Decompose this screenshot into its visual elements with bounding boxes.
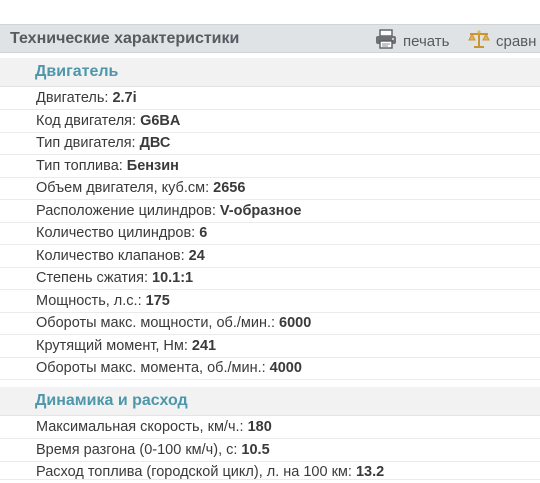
spec-row: Обороты макс. момента, об./мин.: 4000 (0, 358, 540, 380)
spec-value: ДВС (139, 135, 171, 151)
spec-row: Степень сжатия: 10.1:1 (0, 268, 540, 290)
spec-value: Бензин (126, 157, 179, 174)
specs-header-bar: Технические характеристики печать сравн (0, 24, 540, 53)
compare-label: сравн (496, 32, 537, 50)
spec-label: Тип двигателя: (36, 135, 136, 151)
spec-label: Двигатель: (36, 90, 109, 106)
spec-label: Код двигателя: (36, 112, 137, 129)
spec-label: Степень сжатия: (36, 270, 148, 286)
spec-value: 10.1:1 (152, 270, 194, 286)
spec-value: G6BA (140, 112, 181, 129)
spec-row: Количество клапанов: 24 (0, 246, 540, 268)
spec-value: 6000 (279, 315, 312, 331)
spec-value: 180 (247, 419, 272, 435)
section-header-engine: Двигатель (0, 58, 540, 87)
spec-label: Обороты макс. мощности, об./мин.: (36, 315, 276, 331)
section-header-dynamics: Динамика и расход (0, 387, 540, 416)
spec-row: Тип топлива: Бензин (0, 156, 540, 178)
scales-icon (468, 29, 496, 53)
spec-row: Максимальная скорость, км/ч.: 180 (0, 417, 540, 439)
spec-value: 175 (145, 292, 170, 309)
spec-row: Время разгона (0-100 км/ч), с: 10.5 (0, 440, 540, 462)
spec-row: Крутящий момент, Нм: 241 (0, 336, 540, 358)
spec-value: 4000 (269, 360, 302, 376)
spec-label: Количество цилиндров: (36, 225, 196, 241)
section-title-dynamics: Динамика и расход (35, 392, 188, 409)
spec-value: 2.7i (112, 90, 137, 106)
spec-label: Мощность, л.с.: (36, 292, 142, 309)
spec-label: Количество клапанов: (36, 247, 185, 264)
spec-row: Мощность, л.с.: 175 (0, 291, 540, 313)
spec-row: Код двигателя: G6BA (0, 111, 540, 133)
spec-value: 6 (199, 225, 208, 241)
spec-label: Крутящий момент, Нм: (36, 337, 188, 354)
compare-button[interactable]: сравн (468, 29, 536, 53)
spec-row: Количество цилиндров: 6 (0, 223, 540, 245)
print-label: печать (403, 32, 450, 50)
spec-value: 241 (191, 337, 217, 354)
spec-label: Обороты макс. момента, об./мин.: (36, 360, 266, 376)
spec-value: 10.5 (241, 441, 270, 458)
spec-label: Расход топлива (городской цикл), л. на 1… (36, 464, 352, 480)
spec-value: 13.2 (355, 464, 385, 480)
section-title-engine: Двигатель (35, 63, 119, 80)
spec-row: Расположение цилиндров: V-образное (0, 201, 540, 223)
spec-label: Время разгона (0-100 км/ч), с: (36, 441, 238, 458)
print-button[interactable]: печать (375, 29, 449, 53)
page-title: Технические характеристики (10, 30, 240, 47)
spec-value: 2656 (213, 180, 246, 196)
spec-value: V-образное (219, 202, 302, 219)
spec-value: 24 (188, 247, 205, 264)
spec-label: Максимальная скорость, км/ч.: (36, 419, 244, 435)
spec-label: Расположение цилиндров: (36, 202, 216, 219)
spec-row: Расход топлива (городской цикл), л. на 1… (0, 462, 540, 480)
spec-row: Объем двигателя, куб.см: 2656 (0, 178, 540, 200)
printer-icon (375, 29, 403, 53)
spec-row: Тип двигателя: ДВС (0, 133, 540, 155)
spec-label: Тип топлива: (36, 157, 123, 174)
spec-row: Двигатель: 2.7i (0, 88, 540, 110)
spec-row: Обороты макс. мощности, об./мин.: 6000 (0, 313, 540, 335)
spec-label: Объем двигателя, куб.см: (36, 180, 210, 196)
